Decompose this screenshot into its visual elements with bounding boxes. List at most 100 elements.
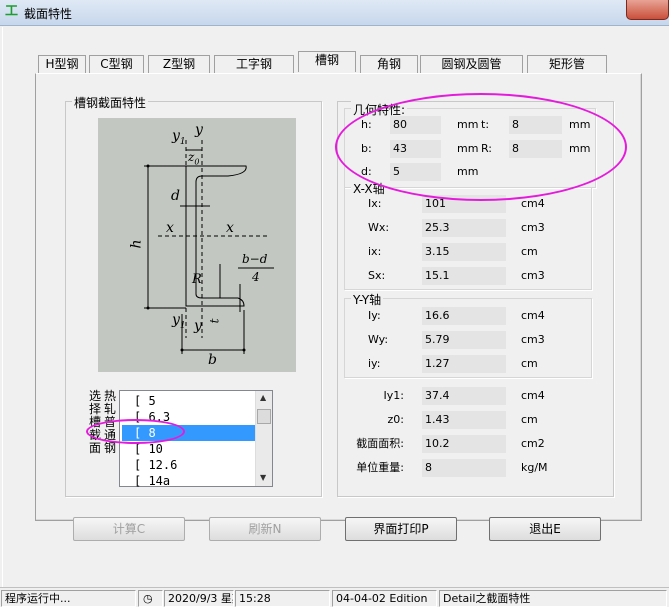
main-window: 工 截面特性 H型钢 C型钢 Z型钢 工字钢 槽钢 角钢 圆钢及圆管 矩形管 槽钢截面特性 (0, 0, 669, 607)
label-y-top: y (195, 122, 203, 138)
tab-7[interactable]: 矩形管 (527, 55, 607, 73)
prop-unit: cm (521, 357, 538, 370)
scroll-thumb[interactable] (257, 409, 271, 424)
prop-value: 1.43 (422, 411, 506, 429)
list-item[interactable]: [ 6.3 (122, 409, 256, 425)
h-unit: mm (457, 118, 479, 131)
d-value: 5 (390, 163, 441, 181)
prop-name: Wy: (368, 333, 389, 346)
tab-1[interactable]: C型钢 (89, 55, 144, 73)
title-bar: 工 截面特性 (0, 0, 669, 26)
tab-4[interactable]: 槽钢 (298, 51, 356, 72)
prop-unit: cm3 (521, 221, 545, 234)
prop-name: 截面面积: (356, 437, 404, 450)
label-x-left: x (166, 220, 174, 236)
prop-name: z0: (387, 413, 404, 426)
prop-name: iy: (368, 357, 381, 370)
window-title: 截面特性 (24, 7, 73, 21)
prop-unit: cm4 (521, 197, 545, 210)
prop-value: 10.2 (422, 435, 506, 453)
prop-name: Sx: (368, 269, 386, 282)
list-item[interactable]: [ 5 (122, 393, 256, 409)
list-item[interactable]: [ 14a (122, 473, 256, 489)
prop-unit: cm4 (521, 389, 545, 402)
b-value: 43 (390, 140, 441, 158)
print-button[interactable]: 界面打印P (345, 517, 457, 541)
label-b-d: b−d (242, 252, 268, 266)
refresh-button[interactable]: 刷新N (209, 517, 321, 541)
list-item[interactable]: [ 8 (122, 425, 256, 441)
tab-0[interactable]: H型钢 (38, 55, 86, 73)
label-b: b (208, 352, 217, 368)
prop-value: 37.4 (422, 387, 506, 405)
prop-unit: cm3 (521, 269, 545, 282)
tab-6[interactable]: 圆钢及圆管 (420, 55, 523, 73)
t-label: t: (481, 118, 490, 131)
d-label: d: (361, 165, 372, 178)
prop-name: Ix: (368, 197, 382, 210)
label-t: t (207, 318, 222, 324)
h-label: h: (361, 118, 372, 131)
prop-name: ix: (368, 245, 382, 258)
prop-name: 单位重量: (356, 461, 404, 474)
d-unit: mm (457, 165, 479, 178)
list-scrollbar[interactable]: ▲ ▼ (255, 391, 272, 486)
steel-icon: 工 (5, 4, 19, 19)
channel-size-list[interactable]: [ 5[ 6.3[ 8[ 10[ 12.6[ 14a ▲ ▼ (119, 390, 273, 489)
status-time: 15:28 (235, 590, 330, 607)
status-bar: 程序运行中... ◷ 2020/9/3 星期 15:28 04-04-02 Ed… (0, 587, 669, 607)
status-edition: 04-04-02 Edition (332, 590, 437, 607)
prop-name: Iy: (368, 309, 381, 322)
R-unit: mm (569, 142, 591, 155)
scroll-down-icon[interactable]: ▼ (260, 473, 266, 482)
clock-icon: ◷ (138, 590, 163, 607)
prop-unit: cm2 (521, 437, 545, 450)
list-item[interactable]: [ 12.6 (122, 457, 256, 473)
prop-value: 16.6 (422, 307, 506, 325)
label-x-right: x (226, 220, 234, 236)
label-z0: z0 (188, 150, 200, 167)
prop-value: 15.1 (422, 267, 506, 285)
prop-value: 3.15 (422, 243, 506, 261)
channel-diagram: y1 y z0 d h x x R t b−d 4 y1 y b (98, 118, 296, 372)
prop-name: Iy1: (383, 389, 404, 402)
list-caption-col2: 热轧普通钢 (103, 389, 116, 455)
R-label: R: (481, 142, 493, 155)
yy-axis-label: Y-Y轴 (351, 291, 384, 308)
label-d: d (171, 188, 180, 204)
label-y1-top: y1 (172, 128, 186, 147)
list-item[interactable]: [ 10 (122, 441, 256, 457)
close-button[interactable] (626, 0, 669, 20)
prop-value: 101 (422, 195, 506, 213)
tab-3[interactable]: 工字钢 (214, 55, 294, 73)
label-h: h (128, 239, 145, 249)
prop-value: 1.27 (422, 355, 506, 373)
section-group-label: 槽钢截面特性 (72, 94, 149, 111)
prop-unit: cm4 (521, 309, 545, 322)
prop-unit: cm3 (521, 333, 545, 346)
t-value: 8 (509, 116, 562, 134)
t-unit: mm (569, 118, 591, 131)
tab-5[interactable]: 角钢 (360, 55, 418, 73)
h-value: 80 (390, 116, 441, 134)
status-running: 程序运行中... (1, 590, 136, 607)
label-R: R (192, 272, 202, 287)
label-y-bottom: y (194, 318, 202, 334)
prop-unit: kg/M (521, 461, 548, 474)
prop-name: Wx: (368, 221, 390, 234)
scroll-up-icon[interactable]: ▲ (260, 393, 266, 402)
R-value: 8 (509, 140, 562, 158)
b-label: b: (361, 142, 372, 155)
calc-button[interactable]: 计算C (73, 517, 185, 541)
label-y1-bottom: y1 (172, 312, 186, 331)
status-detail: Detail之截面特性 (439, 590, 667, 607)
prop-unit: cm (521, 245, 538, 258)
b-unit: mm (457, 142, 479, 155)
prop-value: 25.3 (422, 219, 506, 237)
list-caption-col1: 选择槽截面 (88, 389, 101, 455)
label-b-d-den: 4 (252, 270, 260, 284)
exit-button[interactable]: 退出E (489, 517, 601, 541)
status-date: 2020/9/3 星期 (164, 590, 234, 607)
prop-value: 5.79 (422, 331, 506, 349)
tab-2[interactable]: Z型钢 (148, 55, 210, 73)
